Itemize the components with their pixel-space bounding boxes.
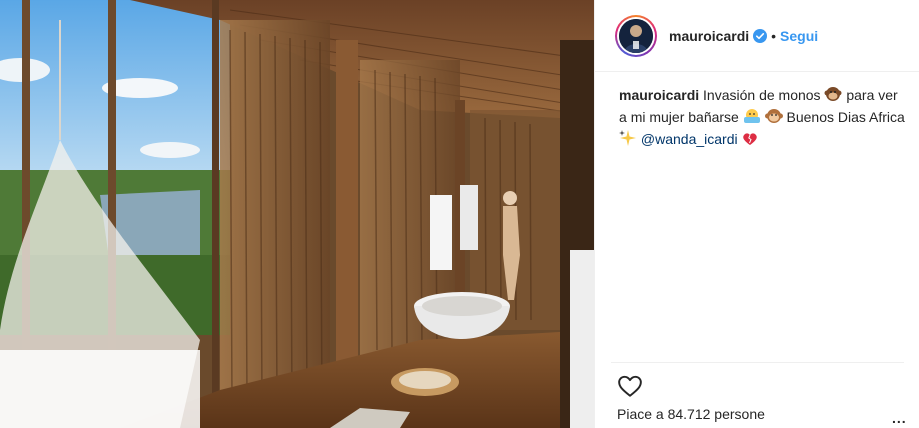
post-author-username[interactable]: mauroicardi xyxy=(669,28,749,44)
verified-badge-icon xyxy=(753,28,768,43)
post-header: mauroicardi • Segui xyxy=(595,0,919,72)
post-caption: mauroicardi Invasión de monos para ver a… xyxy=(619,84,909,150)
avatar-ring xyxy=(617,16,655,55)
caption-line1: Invasión de monos xyxy=(703,87,821,103)
more-options-icon[interactable]: ... xyxy=(892,410,907,426)
post-photo[interactable] xyxy=(0,0,594,428)
monkey-emoji-icon xyxy=(824,87,842,101)
header-separator: • xyxy=(771,27,777,44)
caption-line2: mi mujer bañarse xyxy=(630,109,739,125)
caption-mention-link[interactable]: @wanda_icardi xyxy=(641,131,738,147)
avatar[interactable] xyxy=(615,14,657,57)
follow-button[interactable]: Segui xyxy=(780,28,818,44)
likes-count[interactable]: Piace a 84.712 persone xyxy=(617,406,765,422)
bathing-emoji-icon xyxy=(743,109,760,123)
avatar-picture xyxy=(619,18,653,53)
post-side-panel: mauroicardi • Segui mauroicardi Invasión… xyxy=(594,0,919,428)
caption-line2-end: Buenos Dias Africa xyxy=(786,109,905,125)
avatar-image xyxy=(619,18,653,53)
monkey-face-emoji-icon xyxy=(764,109,783,123)
heart-outline-icon[interactable] xyxy=(617,373,643,399)
caption-username[interactable]: mauroicardi xyxy=(619,87,699,103)
sparkles-emoji-icon xyxy=(619,130,636,146)
post-photo-illustration xyxy=(0,0,594,428)
broken-heart-emoji-icon xyxy=(742,133,757,145)
actions-divider xyxy=(611,362,904,363)
